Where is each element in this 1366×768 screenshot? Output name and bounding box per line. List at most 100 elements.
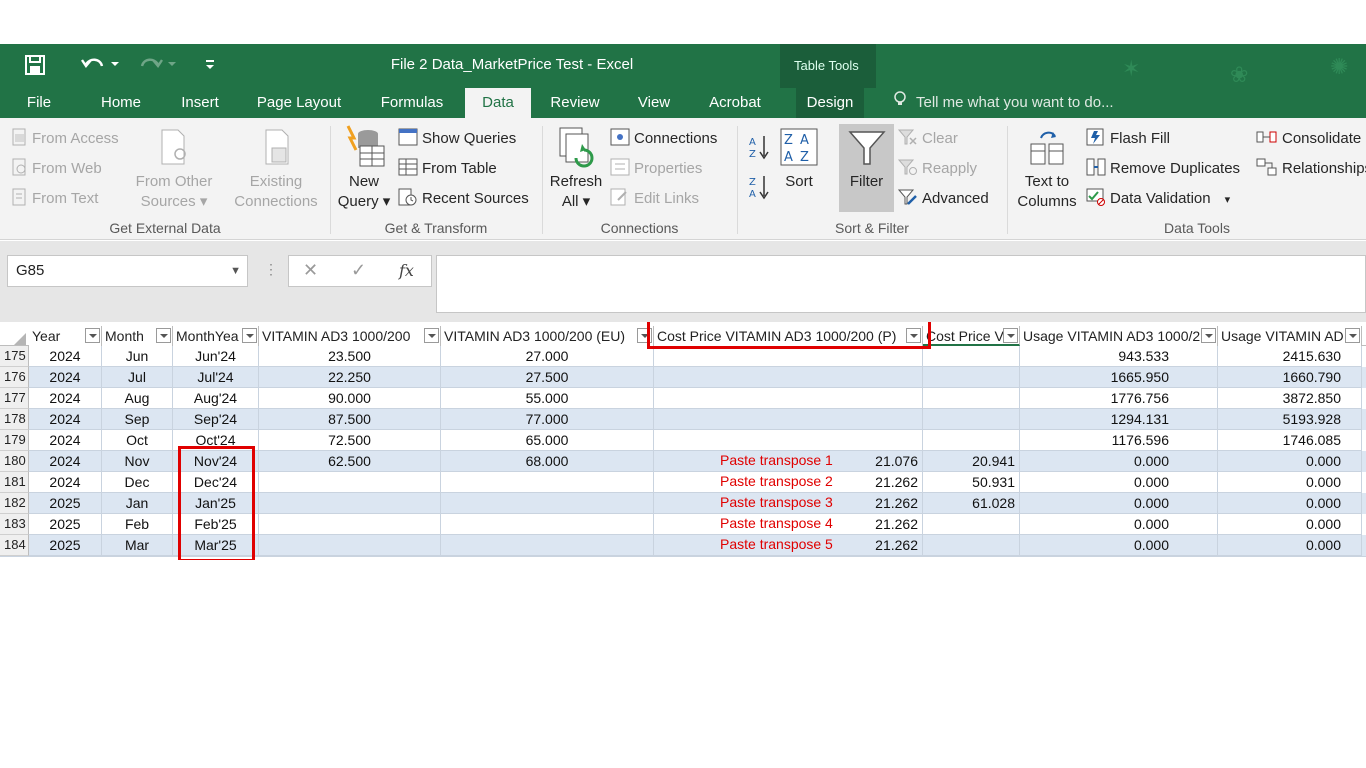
cell-usage-1[interactable]: 0.000 <box>1020 493 1218 514</box>
cell-month[interactable]: Sep <box>102 409 173 430</box>
existing-connections-button[interactable]: Existing Connections <box>228 128 324 212</box>
cell-usage-1[interactable]: 0.000 <box>1020 451 1218 472</box>
filter-dropdown-icon[interactable] <box>85 328 100 343</box>
tab-review[interactable]: Review <box>544 88 606 118</box>
edit-links-button[interactable]: Edit Links <box>610 188 699 210</box>
cell-usage-1[interactable]: 943.533 <box>1020 346 1218 367</box>
clear-button[interactable]: Clear <box>897 128 958 150</box>
cell-month[interactable]: Feb <box>102 514 173 535</box>
cell-cost-price-p[interactable] <box>654 388 923 409</box>
cell-monthyear[interactable]: Dec'24 <box>173 472 259 493</box>
cell-monthyear[interactable]: Aug'24 <box>173 388 259 409</box>
cell-monthyear[interactable]: Jan'25 <box>173 493 259 514</box>
cell-monthyear[interactable]: Nov'24 <box>173 451 259 472</box>
cell-year[interactable]: 2025 <box>29 493 102 514</box>
cell-vitamin-ad3-eu[interactable] <box>441 472 654 493</box>
filter-dropdown-icon[interactable] <box>242 328 257 343</box>
cell-vitamin-ad3-eu[interactable]: 55.000 <box>441 388 654 409</box>
cell-usage-1[interactable]: 0.000 <box>1020 514 1218 535</box>
cell-month[interactable]: Dec <box>102 472 173 493</box>
from-access-button[interactable]: From Access <box>12 128 119 150</box>
cell-cost-price-v[interactable]: 20.941 <box>923 451 1020 472</box>
tab-insert[interactable]: Insert <box>172 88 228 118</box>
cell-year[interactable]: 2024 <box>29 346 102 367</box>
row-number[interactable]: 181 <box>0 472 29 493</box>
cell-usage-1[interactable]: 1176.596 <box>1020 430 1218 451</box>
cell-cost-price-v[interactable] <box>923 409 1020 430</box>
cell-month[interactable]: Jul <box>102 367 173 388</box>
cell-usage-1[interactable]: 1776.756 <box>1020 388 1218 409</box>
connections-button[interactable]: Connections <box>610 128 717 150</box>
row-number[interactable]: 183 <box>0 514 29 535</box>
tab-view[interactable]: View <box>630 88 678 118</box>
cell-vitamin-ad3-eu[interactable]: 77.000 <box>441 409 654 430</box>
cell-usage-1[interactable]: 1665.950 <box>1020 367 1218 388</box>
relationships-button[interactable]: Relationships <box>1256 158 1366 180</box>
cell-vitamin-ad3[interactable] <box>259 535 441 556</box>
cell-month[interactable]: Nov <box>102 451 173 472</box>
cell-usage-2[interactable]: 1746.085 <box>1218 430 1362 451</box>
cell-vitamin-ad3-eu[interactable]: 65.000 <box>441 430 654 451</box>
sort-a-to-z-button[interactable]: AZ <box>748 134 770 164</box>
cell-cost-price-v[interactable] <box>923 346 1020 367</box>
insert-function-icon[interactable]: fx <box>399 261 414 280</box>
cell-vitamin-ad3-eu[interactable]: 68.000 <box>441 451 654 472</box>
cell-vitamin-ad3-eu[interactable]: 27.000 <box>441 346 654 367</box>
cell-vitamin-ad3[interactable] <box>259 493 441 514</box>
name-box[interactable]: G85 ▼ <box>7 255 248 287</box>
properties-button[interactable]: Properties <box>610 158 702 180</box>
cell-vitamin-ad3[interactable]: 87.500 <box>259 409 441 430</box>
tab-formulas[interactable]: Formulas <box>372 88 452 118</box>
show-queries-button[interactable]: Show Queries <box>398 128 516 150</box>
row-number[interactable]: 178 <box>0 409 29 430</box>
cell-cost-price-v[interactable] <box>923 514 1020 535</box>
cell-year[interactable]: 2024 <box>29 430 102 451</box>
cell-cost-price-p[interactable] <box>654 430 923 451</box>
cell-usage-2[interactable]: 0.000 <box>1218 472 1362 493</box>
filter-dropdown-icon[interactable] <box>637 328 652 343</box>
consolidate-button[interactable]: Consolidate <box>1256 128 1361 150</box>
cell-cost-price-v[interactable]: 61.028 <box>923 493 1020 514</box>
cell-month[interactable]: Aug <box>102 388 173 409</box>
row-number[interactable]: 175 <box>0 346 29 367</box>
new-query-button[interactable]: New Query ▾ <box>336 124 392 212</box>
cell-monthyear[interactable]: Oct'24 <box>173 430 259 451</box>
cell-usage-1[interactable]: 0.000 <box>1020 472 1218 493</box>
filter-dropdown-icon[interactable] <box>1201 328 1216 343</box>
cell-month[interactable]: Jan <box>102 493 173 514</box>
tab-acrobat[interactable]: Acrobat <box>700 88 770 118</box>
cell-year[interactable]: 2025 <box>29 535 102 556</box>
enter-icon[interactable]: ✓ <box>351 260 366 281</box>
cell-cost-price-p[interactable] <box>654 367 923 388</box>
advanced-button[interactable]: Advanced <box>897 188 989 210</box>
cell-cost-price-p[interactable] <box>654 346 923 367</box>
from-web-button[interactable]: From Web <box>12 158 102 180</box>
cell-usage-1[interactable]: 0.000 <box>1020 535 1218 556</box>
tell-me-box[interactable]: Tell me what you want to do... <box>894 88 1114 118</box>
cell-usage-1[interactable]: 1294.131 <box>1020 409 1218 430</box>
cell-monthyear[interactable]: Mar'25 <box>173 535 259 556</box>
row-number[interactable]: 180 <box>0 451 29 472</box>
cell-vitamin-ad3[interactable]: 22.250 <box>259 367 441 388</box>
cell-cost-price-p[interactable] <box>654 409 923 430</box>
cell-monthyear[interactable]: Sep'24 <box>173 409 259 430</box>
filter-dropdown-icon[interactable] <box>424 328 439 343</box>
cancel-icon[interactable]: ✕ <box>303 260 318 281</box>
cell-vitamin-ad3-eu[interactable] <box>441 493 654 514</box>
cell-month[interactable]: Oct <box>102 430 173 451</box>
cell-usage-2[interactable]: 0.000 <box>1218 514 1362 535</box>
cell-cost-price-v[interactable] <box>923 388 1020 409</box>
cell-usage-2[interactable]: 3872.850 <box>1218 388 1362 409</box>
cell-usage-2[interactable]: 5193.928 <box>1218 409 1362 430</box>
remove-duplicates-button[interactable]: Remove Duplicates <box>1086 158 1240 180</box>
filter-button[interactable]: Filter <box>839 128 894 192</box>
cell-year[interactable]: 2025 <box>29 514 102 535</box>
tab-design[interactable]: Design <box>796 88 864 118</box>
flash-fill-button[interactable]: Flash Fill <box>1086 128 1170 150</box>
cell-vitamin-ad3[interactable]: 72.500 <box>259 430 441 451</box>
row-number[interactable]: 176 <box>0 367 29 388</box>
cell-vitamin-ad3[interactable] <box>259 472 441 493</box>
cell-vitamin-ad3-eu[interactable]: 27.500 <box>441 367 654 388</box>
cell-year[interactable]: 2024 <box>29 409 102 430</box>
cell-vitamin-ad3[interactable] <box>259 514 441 535</box>
